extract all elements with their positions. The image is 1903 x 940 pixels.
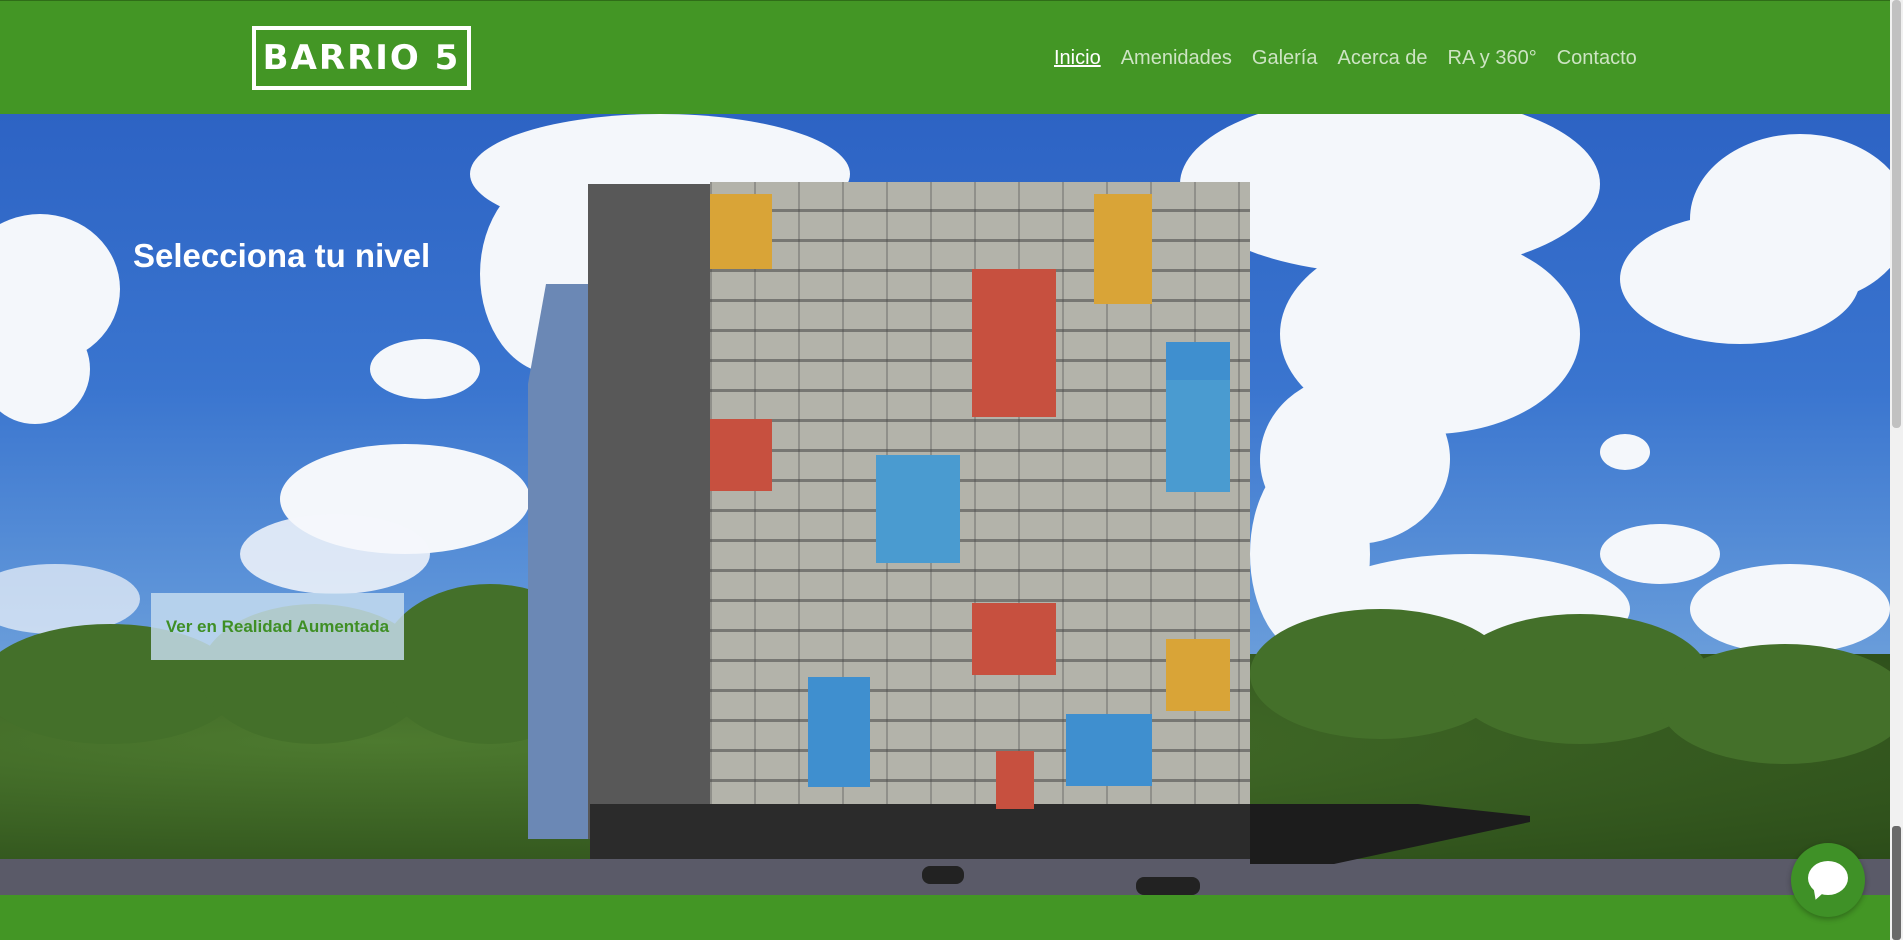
tree-canopy [1660,644,1890,764]
cloud [1620,214,1860,344]
car [1136,877,1200,895]
facade-panel-blue [1066,714,1152,786]
building-dark-column [588,184,710,839]
hero-title: Selecciona tu nivel [133,237,431,274]
car [922,866,964,884]
nav-item-amenidades[interactable]: Amenidades [1121,45,1232,73]
nav-item-galeria[interactable]: Galería [1252,45,1318,73]
site-header: BARRIO 5 Inicio Amenidades Galería Acerc… [0,0,1890,114]
facade-panel-blue [1166,342,1230,380]
cloud [370,339,480,399]
facade-panel-red [996,751,1034,809]
nav-item-contacto[interactable]: Contacto [1557,45,1637,73]
nav-item-inicio[interactable]: Inicio [1054,45,1101,73]
chat-button[interactable] [1791,843,1865,917]
building-side-facade [528,284,588,839]
hero-section: Selecciona tu nivel Ver en Realidad Aume… [0,114,1890,895]
nav-item-ra-360[interactable]: RA y 360° [1448,45,1537,73]
ar-view-button[interactable]: Ver en Realidad Aumentada [151,593,404,660]
scrollbar-thumb[interactable] [1892,0,1901,428]
cloud [1600,524,1720,584]
facade-panel-yellow [1094,194,1152,304]
site-logo[interactable]: BARRIO 5 [252,26,471,90]
facade-panel-blue [808,677,870,787]
facade-panel-red [972,269,1056,417]
facade-panel-blue [876,455,960,563]
facade-panel-red [710,419,772,491]
nav-item-acerca-de[interactable]: Acerca de [1337,45,1427,73]
cloud [1600,434,1650,470]
cloud [240,514,430,594]
facade-panel-blue [1166,380,1230,492]
facade-panel-yellow [710,194,772,269]
scrollbar-track-segment [1892,826,1901,940]
footer-band [0,895,1890,940]
cloud [1690,564,1890,654]
facade-panel-red [972,603,1056,675]
building-ground-floor [590,804,1250,859]
facade-panel-yellow [1166,639,1230,711]
scrollbar[interactable] [1890,0,1903,940]
main-nav: Inicio Amenidades Galería Acerca de RA y… [1054,45,1637,73]
